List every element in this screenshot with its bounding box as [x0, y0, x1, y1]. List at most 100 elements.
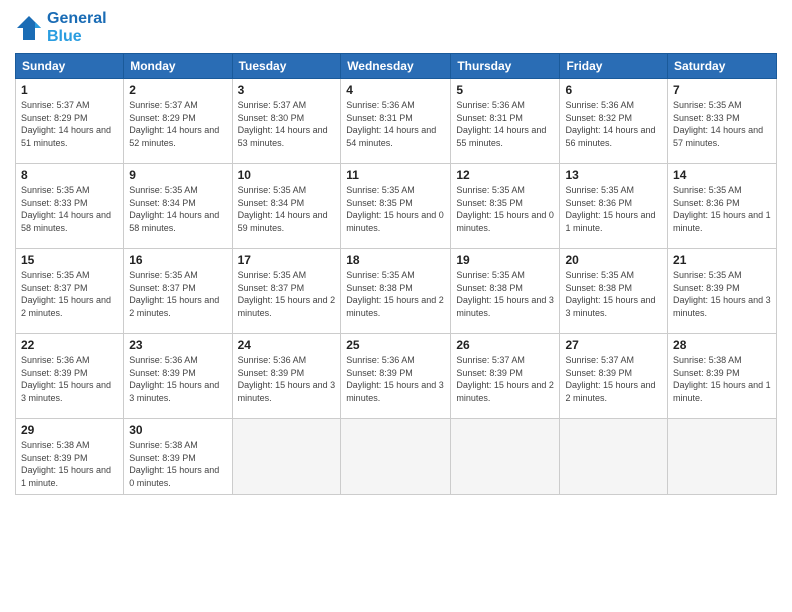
- calendar-cell: 28 Sunrise: 5:38 AM Sunset: 8:39 PM Dayl…: [668, 334, 777, 419]
- day-info: Sunrise: 5:36 AM Sunset: 8:31 PM Dayligh…: [346, 99, 445, 149]
- col-tuesday: Tuesday: [232, 54, 341, 79]
- calendar-cell: 10 Sunrise: 5:35 AM Sunset: 8:34 PM Dayl…: [232, 164, 341, 249]
- day-info: Sunrise: 5:35 AM Sunset: 8:37 PM Dayligh…: [129, 269, 226, 319]
- calendar-cell: 21 Sunrise: 5:35 AM Sunset: 8:39 PM Dayl…: [668, 249, 777, 334]
- day-info: Sunrise: 5:35 AM Sunset: 8:35 PM Dayligh…: [456, 184, 554, 234]
- calendar-cell: 2 Sunrise: 5:37 AM Sunset: 8:29 PM Dayli…: [124, 79, 232, 164]
- day-number: 7: [673, 83, 771, 97]
- day-number: 29: [21, 423, 118, 437]
- day-number: 9: [129, 168, 226, 182]
- day-number: 11: [346, 168, 445, 182]
- day-info: Sunrise: 5:35 AM Sunset: 8:37 PM Dayligh…: [238, 269, 336, 319]
- calendar-cell: 22 Sunrise: 5:36 AM Sunset: 8:39 PM Dayl…: [16, 334, 124, 419]
- day-info: Sunrise: 5:35 AM Sunset: 8:34 PM Dayligh…: [129, 184, 226, 234]
- day-number: 30: [129, 423, 226, 437]
- calendar-cell: 9 Sunrise: 5:35 AM Sunset: 8:34 PM Dayli…: [124, 164, 232, 249]
- day-number: 24: [238, 338, 336, 352]
- calendar-cell: 29 Sunrise: 5:38 AM Sunset: 8:39 PM Dayl…: [16, 419, 124, 494]
- calendar-row: 15 Sunrise: 5:35 AM Sunset: 8:37 PM Dayl…: [16, 249, 777, 334]
- day-number: 17: [238, 253, 336, 267]
- day-number: 27: [565, 338, 662, 352]
- calendar-cell: [341, 419, 451, 494]
- day-info: Sunrise: 5:36 AM Sunset: 8:31 PM Dayligh…: [456, 99, 554, 149]
- day-info: Sunrise: 5:35 AM Sunset: 8:34 PM Dayligh…: [238, 184, 336, 234]
- header: GeneralBlue: [15, 10, 777, 45]
- calendar-row: 29 Sunrise: 5:38 AM Sunset: 8:39 PM Dayl…: [16, 419, 777, 494]
- day-number: 6: [565, 83, 662, 97]
- day-info: Sunrise: 5:35 AM Sunset: 8:38 PM Dayligh…: [456, 269, 554, 319]
- calendar-cell: 23 Sunrise: 5:36 AM Sunset: 8:39 PM Dayl…: [124, 334, 232, 419]
- day-info: Sunrise: 5:36 AM Sunset: 8:32 PM Dayligh…: [565, 99, 662, 149]
- day-info: Sunrise: 5:37 AM Sunset: 8:30 PM Dayligh…: [238, 99, 336, 149]
- calendar-cell: 16 Sunrise: 5:35 AM Sunset: 8:37 PM Dayl…: [124, 249, 232, 334]
- logo: GeneralBlue: [15, 10, 107, 45]
- calendar-row: 1 Sunrise: 5:37 AM Sunset: 8:29 PM Dayli…: [16, 79, 777, 164]
- calendar-cell: [232, 419, 341, 494]
- day-info: Sunrise: 5:35 AM Sunset: 8:38 PM Dayligh…: [565, 269, 662, 319]
- day-number: 13: [565, 168, 662, 182]
- day-info: Sunrise: 5:35 AM Sunset: 8:35 PM Dayligh…: [346, 184, 445, 234]
- day-info: Sunrise: 5:36 AM Sunset: 8:39 PM Dayligh…: [238, 354, 336, 404]
- calendar-row: 8 Sunrise: 5:35 AM Sunset: 8:33 PM Dayli…: [16, 164, 777, 249]
- col-sunday: Sunday: [16, 54, 124, 79]
- calendar-header-row: Sunday Monday Tuesday Wednesday Thursday…: [16, 54, 777, 79]
- calendar-cell: 11 Sunrise: 5:35 AM Sunset: 8:35 PM Dayl…: [341, 164, 451, 249]
- col-friday: Friday: [560, 54, 668, 79]
- calendar-cell: 12 Sunrise: 5:35 AM Sunset: 8:35 PM Dayl…: [451, 164, 560, 249]
- day-number: 26: [456, 338, 554, 352]
- calendar-cell: 30 Sunrise: 5:38 AM Sunset: 8:39 PM Dayl…: [124, 419, 232, 494]
- calendar-cell: 25 Sunrise: 5:36 AM Sunset: 8:39 PM Dayl…: [341, 334, 451, 419]
- day-number: 22: [21, 338, 118, 352]
- day-number: 10: [238, 168, 336, 182]
- day-number: 18: [346, 253, 445, 267]
- calendar-cell: 4 Sunrise: 5:36 AM Sunset: 8:31 PM Dayli…: [341, 79, 451, 164]
- page: GeneralBlue Sunday Monday Tuesday Wednes…: [0, 0, 792, 612]
- day-info: Sunrise: 5:35 AM Sunset: 8:36 PM Dayligh…: [673, 184, 771, 234]
- calendar-cell: 13 Sunrise: 5:35 AM Sunset: 8:36 PM Dayl…: [560, 164, 668, 249]
- calendar-cell: 1 Sunrise: 5:37 AM Sunset: 8:29 PM Dayli…: [16, 79, 124, 164]
- day-info: Sunrise: 5:35 AM Sunset: 8:37 PM Dayligh…: [21, 269, 118, 319]
- day-info: Sunrise: 5:35 AM Sunset: 8:39 PM Dayligh…: [673, 269, 771, 319]
- day-number: 3: [238, 83, 336, 97]
- calendar-cell: 5 Sunrise: 5:36 AM Sunset: 8:31 PM Dayli…: [451, 79, 560, 164]
- day-number: 25: [346, 338, 445, 352]
- calendar-cell: [451, 419, 560, 494]
- day-info: Sunrise: 5:36 AM Sunset: 8:39 PM Dayligh…: [21, 354, 118, 404]
- col-wednesday: Wednesday: [341, 54, 451, 79]
- day-number: 20: [565, 253, 662, 267]
- calendar-cell: 17 Sunrise: 5:35 AM Sunset: 8:37 PM Dayl…: [232, 249, 341, 334]
- calendar-cell: 27 Sunrise: 5:37 AM Sunset: 8:39 PM Dayl…: [560, 334, 668, 419]
- day-number: 2: [129, 83, 226, 97]
- day-info: Sunrise: 5:35 AM Sunset: 8:36 PM Dayligh…: [565, 184, 662, 234]
- calendar-cell: 19 Sunrise: 5:35 AM Sunset: 8:38 PM Dayl…: [451, 249, 560, 334]
- calendar-table: Sunday Monday Tuesday Wednesday Thursday…: [15, 53, 777, 494]
- day-number: 19: [456, 253, 554, 267]
- col-monday: Monday: [124, 54, 232, 79]
- day-info: Sunrise: 5:36 AM Sunset: 8:39 PM Dayligh…: [129, 354, 226, 404]
- col-saturday: Saturday: [668, 54, 777, 79]
- day-number: 8: [21, 168, 118, 182]
- calendar-cell: 3 Sunrise: 5:37 AM Sunset: 8:30 PM Dayli…: [232, 79, 341, 164]
- calendar-cell: [668, 419, 777, 494]
- logo-text: GeneralBlue: [47, 10, 107, 45]
- day-number: 12: [456, 168, 554, 182]
- day-number: 23: [129, 338, 226, 352]
- day-number: 4: [346, 83, 445, 97]
- day-info: Sunrise: 5:35 AM Sunset: 8:33 PM Dayligh…: [673, 99, 771, 149]
- calendar-cell: 15 Sunrise: 5:35 AM Sunset: 8:37 PM Dayl…: [16, 249, 124, 334]
- day-number: 14: [673, 168, 771, 182]
- logo-icon: [15, 14, 43, 42]
- calendar-cell: 24 Sunrise: 5:36 AM Sunset: 8:39 PM Dayl…: [232, 334, 341, 419]
- day-info: Sunrise: 5:37 AM Sunset: 8:29 PM Dayligh…: [21, 99, 118, 149]
- calendar-cell: 26 Sunrise: 5:37 AM Sunset: 8:39 PM Dayl…: [451, 334, 560, 419]
- day-info: Sunrise: 5:38 AM Sunset: 8:39 PM Dayligh…: [21, 439, 118, 489]
- day-info: Sunrise: 5:37 AM Sunset: 8:39 PM Dayligh…: [565, 354, 662, 404]
- day-number: 5: [456, 83, 554, 97]
- day-info: Sunrise: 5:38 AM Sunset: 8:39 PM Dayligh…: [673, 354, 771, 404]
- calendar-cell: 20 Sunrise: 5:35 AM Sunset: 8:38 PM Dayl…: [560, 249, 668, 334]
- day-number: 15: [21, 253, 118, 267]
- day-info: Sunrise: 5:35 AM Sunset: 8:38 PM Dayligh…: [346, 269, 445, 319]
- col-thursday: Thursday: [451, 54, 560, 79]
- day-number: 1: [21, 83, 118, 97]
- calendar-row: 22 Sunrise: 5:36 AM Sunset: 8:39 PM Dayl…: [16, 334, 777, 419]
